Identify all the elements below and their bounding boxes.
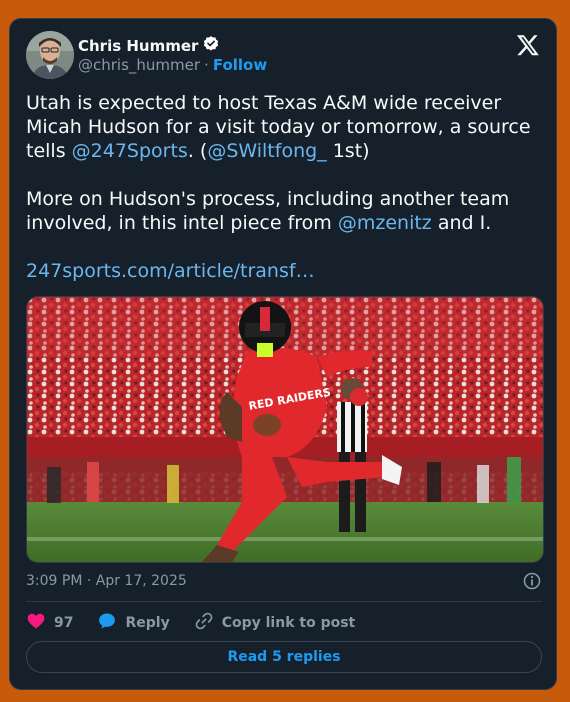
reply-bubble-icon bbox=[97, 611, 117, 635]
reply-button[interactable]: Reply bbox=[97, 611, 170, 635]
mention-mzenitz[interactable]: @mzenitz bbox=[338, 212, 432, 234]
mention-247sports[interactable]: @247Sports bbox=[72, 140, 188, 162]
tweet-text: Utah is expected to host Texas A&M wide … bbox=[26, 91, 546, 283]
read-replies-button[interactable]: Read 5 replies bbox=[26, 641, 542, 673]
author-handle[interactable]: @chris_hummer bbox=[78, 56, 200, 74]
heart-icon bbox=[26, 611, 46, 635]
x-logo-icon[interactable] bbox=[516, 33, 540, 57]
tweet-text-segment: and I. bbox=[431, 212, 492, 234]
tweet-text-segment: 1st) bbox=[326, 140, 370, 162]
tweet-media-image[interactable]: RED RAIDERS bbox=[26, 296, 544, 563]
read-replies-label: Read 5 replies bbox=[227, 649, 341, 665]
divider bbox=[26, 601, 542, 602]
post-timestamp[interactable]: 3:09 PM · Apr 17, 2025 bbox=[26, 573, 187, 589]
like-count: 97 bbox=[54, 615, 74, 631]
tweet-paragraph-3: 247sports.com/article/transf… bbox=[26, 259, 546, 283]
tweet-paragraph-2: More on Hudson's process, including anot… bbox=[26, 187, 546, 235]
copy-link-label: Copy link to post bbox=[221, 615, 356, 631]
author-name[interactable]: Chris Hummer bbox=[78, 37, 198, 55]
reply-label: Reply bbox=[125, 615, 170, 631]
separator-dot: · bbox=[204, 56, 209, 74]
like-button[interactable]: 97 bbox=[26, 611, 73, 635]
copy-link-button[interactable]: Copy link to post bbox=[194, 611, 356, 635]
action-bar: 97 Reply Copy link to post bbox=[26, 611, 379, 635]
tweet-card: Chris Hummer @chris_hummer · Follow Utah… bbox=[9, 18, 557, 690]
verified-badge-icon bbox=[202, 35, 220, 57]
article-link[interactable]: 247sports.com/article/transf… bbox=[26, 260, 315, 282]
mention-swiltfong[interactable]: @SWiltfong_ bbox=[207, 140, 326, 162]
follow-button[interactable]: Follow bbox=[213, 56, 267, 74]
tweet-text-segment: . ( bbox=[187, 140, 208, 162]
avatar[interactable] bbox=[26, 31, 74, 79]
tweet-paragraph-1: Utah is expected to host Texas A&M wide … bbox=[26, 91, 546, 163]
link-icon bbox=[194, 611, 214, 635]
info-icon[interactable] bbox=[522, 571, 542, 591]
